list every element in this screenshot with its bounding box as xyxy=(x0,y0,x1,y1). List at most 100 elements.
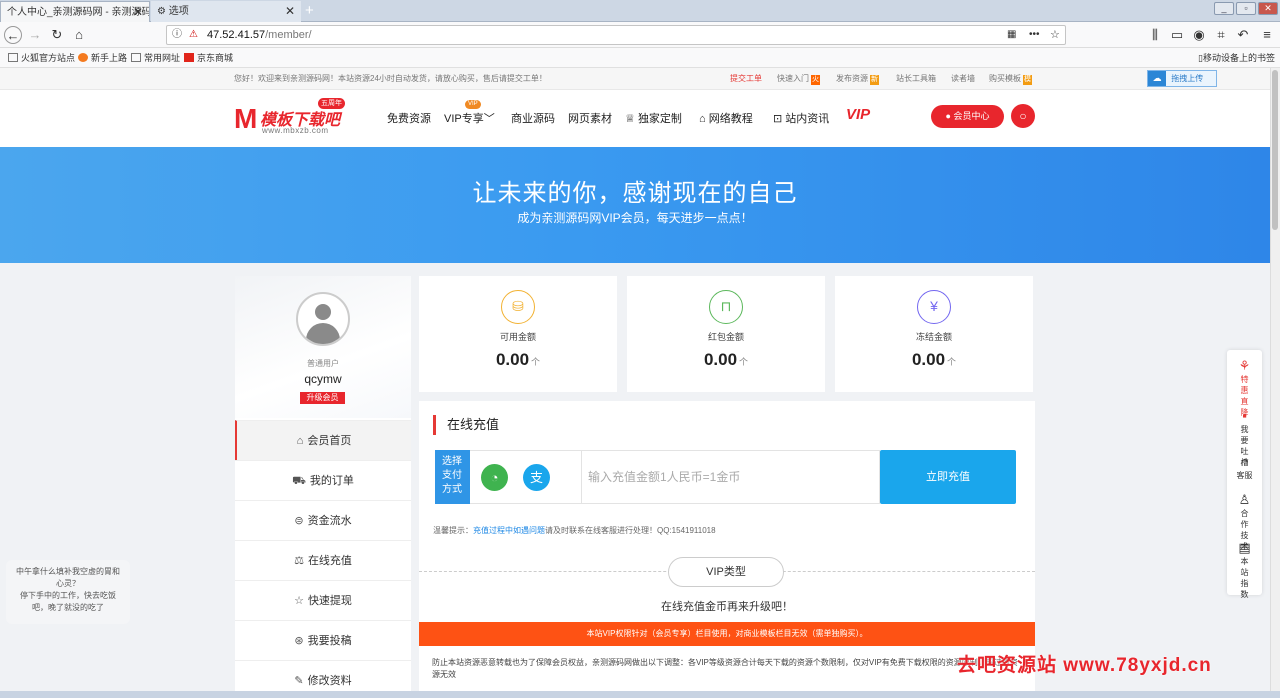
stat-value: 0.00 个 xyxy=(495,350,541,369)
member-center-button[interactable]: ● 会员中心 xyxy=(931,105,1004,128)
logo-domain: www.mbxzb.com xyxy=(262,126,329,135)
menu-vip[interactable]: VIP专享﹀ VIP xyxy=(444,100,495,126)
stat-label: 红包金额 xyxy=(707,332,744,342)
stat-value: 0.00 个 xyxy=(911,350,957,369)
maximize-button[interactable]: ▫ xyxy=(1236,2,1256,15)
vip-logo[interactable]: VIP xyxy=(846,106,870,123)
float-service[interactable]: ∩ 客服 xyxy=(1227,454,1262,481)
gift-icon: ⚘ xyxy=(1238,358,1251,373)
home-icon[interactable]: ⌂ xyxy=(70,26,88,44)
wechat-pay-icon[interactable]: ◔ xyxy=(481,464,508,491)
stat-label: 冻结金额 xyxy=(915,332,952,342)
money-icon: ⊜ xyxy=(294,515,304,527)
link-readers-wall[interactable]: 读者墙 xyxy=(951,68,975,90)
chat-line: 中午拿什么填补我空虚的胃和心灵？ xyxy=(16,567,120,588)
folder-icon xyxy=(8,53,18,62)
recharge-now-button[interactable]: 立即充值 xyxy=(880,450,1016,504)
watermark: 去吧资源站 www.78yxjd.cn xyxy=(957,655,1212,676)
menu-commercial[interactable]: 商业源码 xyxy=(511,110,555,126)
float-index[interactable]: ▤ 本站指数 xyxy=(1227,540,1262,600)
sidebar-item-withdraw[interactable]: ☆ 快速提现 xyxy=(235,580,411,620)
link-buy-template[interactable]: 购买模板模 xyxy=(989,68,1032,90)
comment-icon: ▪ xyxy=(1242,408,1247,423)
logo-badge: 五周年 xyxy=(318,98,345,109)
drag-upload-button[interactable]: ☁ 拖拽上传 xyxy=(1147,70,1217,87)
chat-bubble[interactable]: 中午拿什么填补我空虚的胃和心灵？ 停下手中的工作，快去吃饭吧，晚了就没的吃了 xyxy=(6,560,130,624)
info-icon[interactable]: ⓘ xyxy=(172,26,182,44)
menu-news[interactable]: ⊡ 站内资讯 xyxy=(773,110,829,126)
library-icon[interactable]: ⫼ xyxy=(1146,26,1164,44)
sidebar-item-funds[interactable]: ⊜ 资金流水 xyxy=(235,500,411,540)
right-float-bar: ⚘ 特惠直降 ▪ 我要吐槽 ∩ 客服 ♙ 合作技术 ▤ 本站指数 xyxy=(1227,350,1262,599)
menu-web-assets[interactable]: 网页素材 xyxy=(568,110,612,126)
sidebar-item-submit[interactable]: ⊛ 我要投稿 xyxy=(235,620,411,660)
upgrade-button[interactable]: 升级会员 xyxy=(300,392,345,404)
new-icon: 新 xyxy=(870,75,879,85)
stat-card-frozen: ¥ 冻结金额 0.00 个 xyxy=(835,276,1033,392)
bag-icon: ⊓ xyxy=(709,290,743,324)
undo-icon[interactable]: ↶ xyxy=(1234,26,1252,44)
tab-member-center[interactable]: 个人中心_亲测源码网 - 亲测源码网 ✕ xyxy=(0,1,150,22)
os-taskbar xyxy=(0,691,1280,698)
template-icon: 模 xyxy=(1023,75,1032,85)
close-tab-icon[interactable]: ✕ xyxy=(285,1,295,22)
avatar[interactable] xyxy=(296,292,350,346)
username: qcymw xyxy=(304,372,342,386)
forward-icon[interactable]: → xyxy=(26,26,44,44)
menu-custom[interactable]: ♕ 独家定制 xyxy=(625,110,682,126)
search-button[interactable]: ○ xyxy=(1011,104,1035,128)
close-window-button[interactable]: ✕ xyxy=(1258,2,1278,15)
banner-title: 让未来的你，感谢现在的自己 xyxy=(472,180,798,207)
link-submit-ticket[interactable]: 提交工单 xyxy=(730,68,762,90)
sidebar-item-home[interactable]: ⌂ 会员首页 xyxy=(235,420,411,460)
insecure-lock-icon: ⚠ xyxy=(189,29,198,40)
hero-banner: 让未来的你，感谢现在的自己 成为亲测源码网VIP会员，每天进步一点点！ xyxy=(0,147,1270,263)
menu-free[interactable]: 免费资源 xyxy=(387,110,431,126)
reload-icon[interactable]: ↻ xyxy=(48,26,66,44)
url-bar[interactable]: ⓘ ⚠ 47.52.41.57/member/ ▦ ••• ☆ xyxy=(166,25,1066,45)
back-icon[interactable]: ← xyxy=(4,26,22,44)
headset-icon: ∩ xyxy=(1239,454,1250,469)
tab-options[interactable]: ⚙ 选项 ✕ xyxy=(151,1,301,22)
bookmark-item[interactable]: 新手上路 xyxy=(78,48,127,68)
profile-card: 普通用户 qcymw 升级会员 xyxy=(235,276,411,418)
cloud-icon: ☁ xyxy=(1148,71,1166,86)
jd-icon xyxy=(184,53,194,62)
chat-line: 停下手中的工作，快去吃饭吧，晚了就没的吃了 xyxy=(20,591,116,612)
user-role: 普通用户 xyxy=(307,359,339,368)
sidebar-icon[interactable]: ▭ xyxy=(1168,26,1186,44)
sidebar-item-orders[interactable]: ⛟ 我的订单 xyxy=(235,460,411,500)
site-logo[interactable]: M 模板下载吧 www.mbxzb.com 五周年 xyxy=(234,98,352,138)
minimize-button[interactable]: _ xyxy=(1214,2,1234,15)
new-tab-button[interactable]: + xyxy=(305,2,314,19)
sidebar-item-recharge[interactable]: ⚖ 在线充值 xyxy=(235,540,411,580)
bookmark-item[interactable]: 常用网址 xyxy=(131,48,180,68)
close-tab-icon[interactable]: ✕ xyxy=(133,2,143,22)
site-header: M 模板下载吧 www.mbxzb.com 五周年 免费资源 VIP专享﹀ VI… xyxy=(0,90,1270,147)
bookmark-item[interactable]: 京东商城 xyxy=(184,48,233,68)
briefcase-icon: ⊡ xyxy=(773,113,783,125)
more-icon[interactable]: ••• xyxy=(1029,26,1040,44)
bookmark-star-icon[interactable]: ☆ xyxy=(1050,26,1060,44)
page-content: 您好！欢迎来到亲测源码网！本站资源24小时自动发货，请放心购买，售后请提交工单！… xyxy=(0,68,1270,698)
menu-icon[interactable]: ≡ xyxy=(1258,26,1276,44)
section-title: 在线充值 xyxy=(433,415,499,435)
gear-icon: ⚙ xyxy=(157,6,166,17)
stat-value: 0.00 个 xyxy=(703,350,749,369)
mobile-bookmarks[interactable]: ▯移动设备上的书签 xyxy=(1198,48,1275,68)
link-publish[interactable]: 发布资源新 xyxy=(836,68,879,90)
link-quick-start[interactable]: 快速入门火 xyxy=(777,68,820,90)
menu-tutorials[interactable]: ⌂ 网络教程 xyxy=(699,110,753,126)
scrollbar-thumb[interactable] xyxy=(1272,70,1278,230)
alipay-icon[interactable]: 支 xyxy=(523,464,550,491)
vip-terms: 防止本站资源恶意转载也为了保障会员权益，亲测源码网做出以下调整：各VIP等级资源… xyxy=(432,658,1018,679)
search-icon: ○ xyxy=(1019,109,1027,123)
account-icon[interactable]: ◉ xyxy=(1190,26,1208,44)
tip-link[interactable]: 充值过程中如遇问题 xyxy=(473,526,545,535)
qr-icon[interactable]: ▦ xyxy=(1007,26,1016,44)
recharge-amount-input[interactable]: 输入充值金额1人民币=1金币 xyxy=(582,450,880,504)
bookmark-item[interactable]: 火狐官方站点 xyxy=(8,48,75,68)
screenshot-icon[interactable]: ⌗ xyxy=(1212,26,1230,44)
recharge-panel: 在线充值 选择支付方式 ◔ 支 输入充值金额1人民币=1金币 立即充值 温馨提示… xyxy=(419,401,1035,698)
link-webmaster-tools[interactable]: 站长工具箱 xyxy=(896,68,936,90)
